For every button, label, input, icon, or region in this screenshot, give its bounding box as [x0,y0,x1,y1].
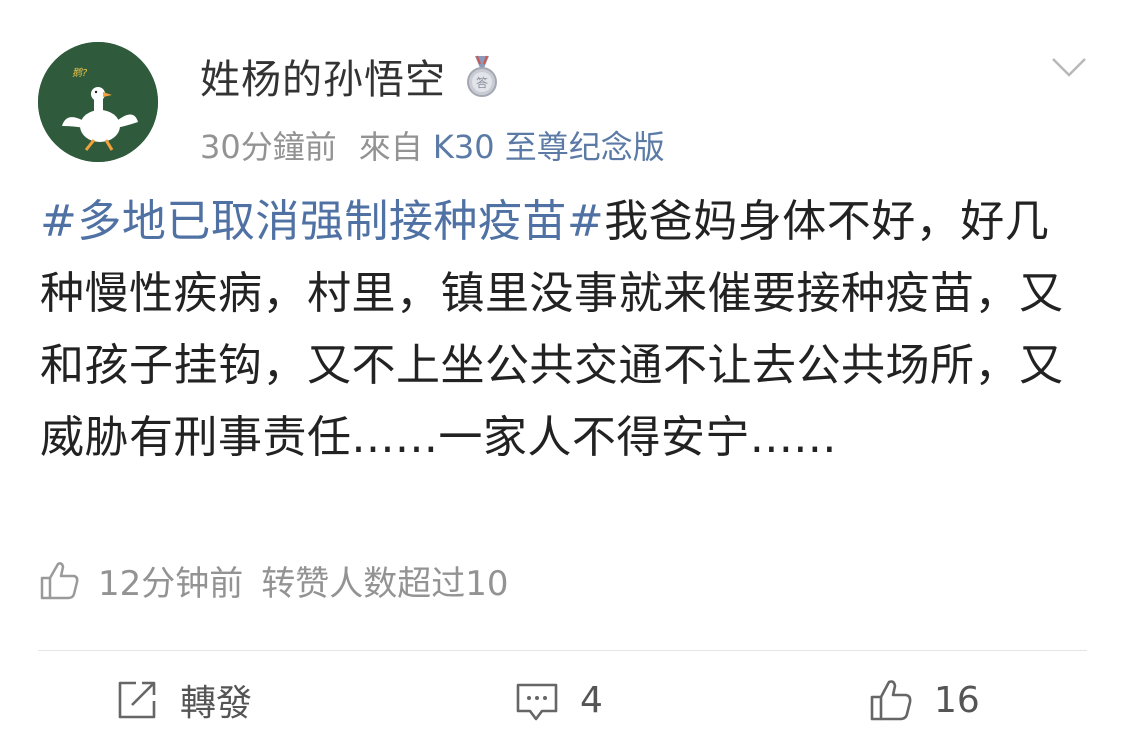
chevron-down-icon[interactable] [1051,56,1087,78]
liked-text: 转赞人数超过10 [261,563,509,604]
thumbs-up-icon [40,562,79,600]
goose-avatar-icon: 鹅? [38,42,158,162]
liked-time: 12分钟前 [98,563,244,604]
liked-info-row: 12分钟前 转赞人数超过10 [38,554,509,606]
like-button[interactable]: 16 [868,672,980,728]
divider [38,650,1087,651]
post-time: 30分鐘前 [200,128,337,166]
device-link[interactable]: K30 至尊纪念版 [433,128,665,166]
medal-icon[interactable]: 答 [462,54,502,98]
repost-icon [118,681,156,719]
topic-link[interactable]: #多地已取消强制接种疫苗# [40,196,604,247]
post-content: #多地已取消强制接种疫苗#我爸妈身体不好，好几种慢性疾病，村里，镇里没事就来催要… [40,186,1090,474]
like-count: 16 [934,679,980,721]
repost-label: 轉發 [180,683,253,724]
svg-text:答: 答 [476,75,488,90]
comment-icon [516,683,558,721]
weibo-post: 鹅? 姓杨的孙悟空 答 30分鐘前 來自 K30 至尊纪念版 #多地已取消强制接… [0,0,1125,731]
username[interactable]: 姓杨的孙悟空 [200,47,446,105]
comment-count: 4 [580,679,603,721]
comment-button[interactable]: 4 [514,672,603,728]
avatar-text: 鹅? [72,67,88,79]
source-prefix: 來自 [358,128,423,166]
avatar[interactable]: 鹅? [38,42,158,162]
thumbs-up-icon [870,680,912,721]
repost-button[interactable]: 轉發 [114,672,252,728]
post-meta: 30分鐘前 來自 K30 至尊纪念版 [200,122,665,168]
author-row: 姓杨的孙悟空 答 [200,46,502,106]
